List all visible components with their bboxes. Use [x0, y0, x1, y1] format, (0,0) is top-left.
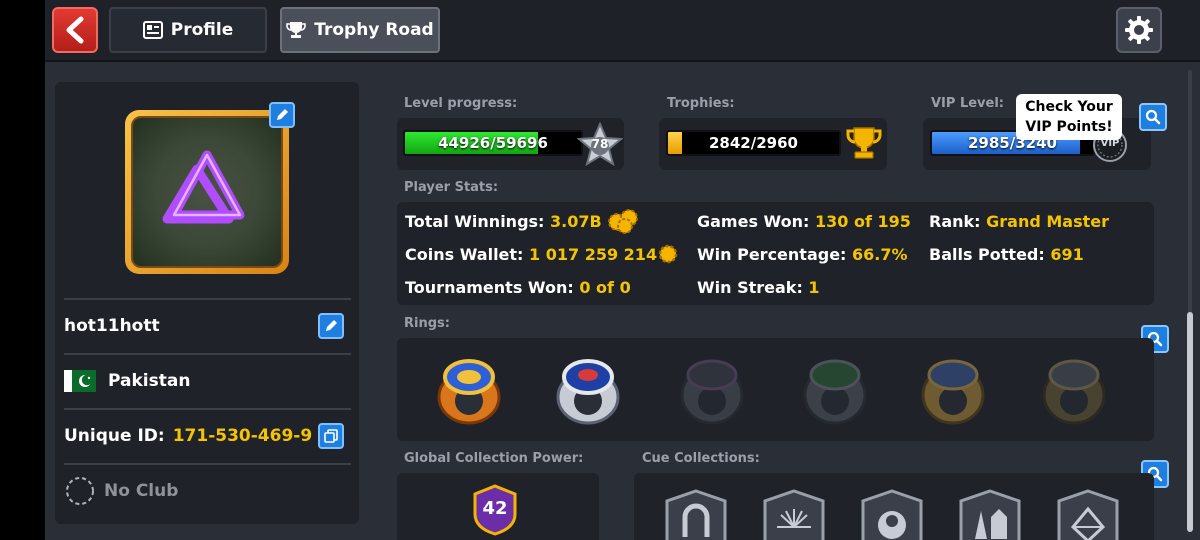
tab-profile-label: Profile: [170, 20, 234, 40]
level-progress-bar: 44926/59696: [403, 130, 583, 156]
global-collection-power-value: 42: [482, 498, 508, 519]
balls-potted-value: 691: [1050, 245, 1084, 264]
level-progress-text: 44926/59696: [438, 134, 548, 152]
country-row: Pakistan: [64, 353, 351, 407]
trophies-progress-bar: 2842/2960: [666, 130, 841, 156]
avatar[interactable]: [125, 110, 289, 274]
tooltip-line-1: Check Your: [1025, 99, 1113, 115]
gold-trophy-icon: [846, 127, 882, 159]
coins-wallet-value: 1 017 259 214: [529, 245, 658, 264]
top-bar: Profile Trophy Road: [45, 0, 1200, 62]
games-won-label: Games Won:: [697, 212, 810, 231]
back-button[interactable]: [52, 7, 98, 53]
edit-avatar-button[interactable]: [269, 102, 295, 128]
balls-potted-label: Balls Potted:: [929, 245, 1045, 264]
copy-id-button[interactable]: [318, 423, 344, 449]
win-percentage-stat: Win Percentage: 66.7%: [697, 245, 908, 264]
magnifier-icon: [1145, 109, 1161, 125]
gem-icon[interactable]: [1053, 487, 1123, 540]
pencil-icon: [326, 320, 337, 331]
ring-6-icon[interactable]: [1039, 355, 1109, 427]
player-stats-label: Player Stats:: [404, 180, 499, 195]
pencil-icon: [277, 109, 288, 120]
rank-stat: Rank: Grand Master: [929, 212, 1109, 231]
win-streak-value: 1: [808, 278, 820, 297]
club-label: No Club: [104, 481, 179, 501]
coin-icon: [658, 244, 678, 264]
tab-profile[interactable]: Profile: [109, 7, 267, 53]
scroll-thumb[interactable]: [1187, 312, 1193, 532]
games-won-stat: Games Won: 130 of 195: [697, 212, 911, 231]
eight-ball-icon[interactable]: [857, 487, 927, 540]
rank-label: Rank:: [929, 212, 981, 231]
valknut-avatar-icon: [159, 144, 255, 240]
vip-points-tooltip[interactable]: Check Your VIP Points!: [1016, 94, 1122, 140]
cue-collections-label: Cue Collections:: [642, 451, 760, 466]
ring-3-icon[interactable]: [677, 355, 747, 427]
settings-button[interactable]: [1116, 7, 1162, 53]
vip-level-label: VIP Level:: [931, 96, 1004, 111]
edit-username-button[interactable]: [318, 313, 344, 339]
tournaments-won-value: 0 of 0: [579, 278, 631, 297]
unique-id-label: Unique ID:: [64, 426, 165, 446]
games-won-value: 130 of 195: [814, 212, 911, 231]
username: hot11hott: [64, 316, 160, 336]
level-number: 78: [591, 137, 609, 151]
tournaments-won-stat: Tournaments Won: 0 of 0: [405, 278, 631, 297]
horseshoe-icon[interactable]: [661, 487, 731, 540]
rings-label: Rings:: [404, 316, 450, 331]
unique-id-row: Unique ID: 171-530-469-9: [64, 408, 351, 462]
ring-1-icon[interactable]: [434, 355, 504, 427]
coin-stack-icon: [608, 209, 638, 234]
win-streak-stat: Win Streak: 1: [697, 278, 820, 297]
club-row[interactable]: No Club: [64, 463, 351, 517]
dashed-circle-icon: [66, 477, 94, 505]
profile-screen: Profile Trophy Road hot11hott Pakistan U…: [45, 0, 1200, 540]
global-collection-power-label: Global Collection Power:: [404, 451, 584, 466]
player-card: hot11hott Pakistan Unique ID: 171-530-46…: [55, 82, 359, 524]
tab-trophy-road-label: Trophy Road: [314, 20, 434, 40]
fireworks-icon[interactable]: [759, 487, 829, 540]
win-streak-label: Win Streak:: [697, 278, 803, 297]
copy-icon: [324, 429, 338, 443]
tournaments-won-label: Tournaments Won:: [405, 278, 574, 297]
username-row: hot11hott: [64, 298, 351, 352]
chevron-left-icon: [66, 16, 84, 44]
win-percentage-label: Win Percentage:: [697, 245, 847, 264]
landmarks-icon[interactable]: [955, 487, 1025, 540]
pakistan-flag-icon: [64, 370, 96, 392]
total-winnings-label: Total Winnings:: [405, 212, 545, 231]
coins-wallet-stat: Coins Wallet: 1 017 259 214: [405, 245, 657, 264]
rank-value: Grand Master: [986, 212, 1109, 231]
tooltip-line-2: VIP Points!: [1025, 119, 1113, 135]
total-winnings-stat: Total Winnings: 3.07B: [405, 212, 602, 231]
win-percentage-value: 66.7%: [852, 245, 908, 264]
vip-search-button[interactable]: [1139, 103, 1167, 131]
level-progress-label: Level progress:: [404, 96, 518, 111]
gear-icon: [1125, 16, 1153, 44]
tab-trophy-road[interactable]: Trophy Road: [280, 7, 440, 53]
trophies-progress-text: 2842/2960: [709, 134, 798, 152]
ring-4-icon[interactable]: [800, 355, 870, 427]
unique-id-value: 171-530-469-9: [172, 426, 313, 446]
country-name: Pakistan: [108, 371, 191, 391]
ring-5-icon[interactable]: [918, 355, 988, 427]
profile-card-icon: [142, 21, 163, 39]
trophies-label: Trophies:: [667, 96, 735, 111]
balls-potted-stat: Balls Potted: 691: [929, 245, 1084, 264]
coins-wallet-label: Coins Wallet:: [405, 245, 524, 264]
ring-2-icon[interactable]: [553, 355, 623, 427]
trophy-icon: [286, 22, 307, 38]
total-winnings-value: 3.07B: [550, 212, 602, 231]
